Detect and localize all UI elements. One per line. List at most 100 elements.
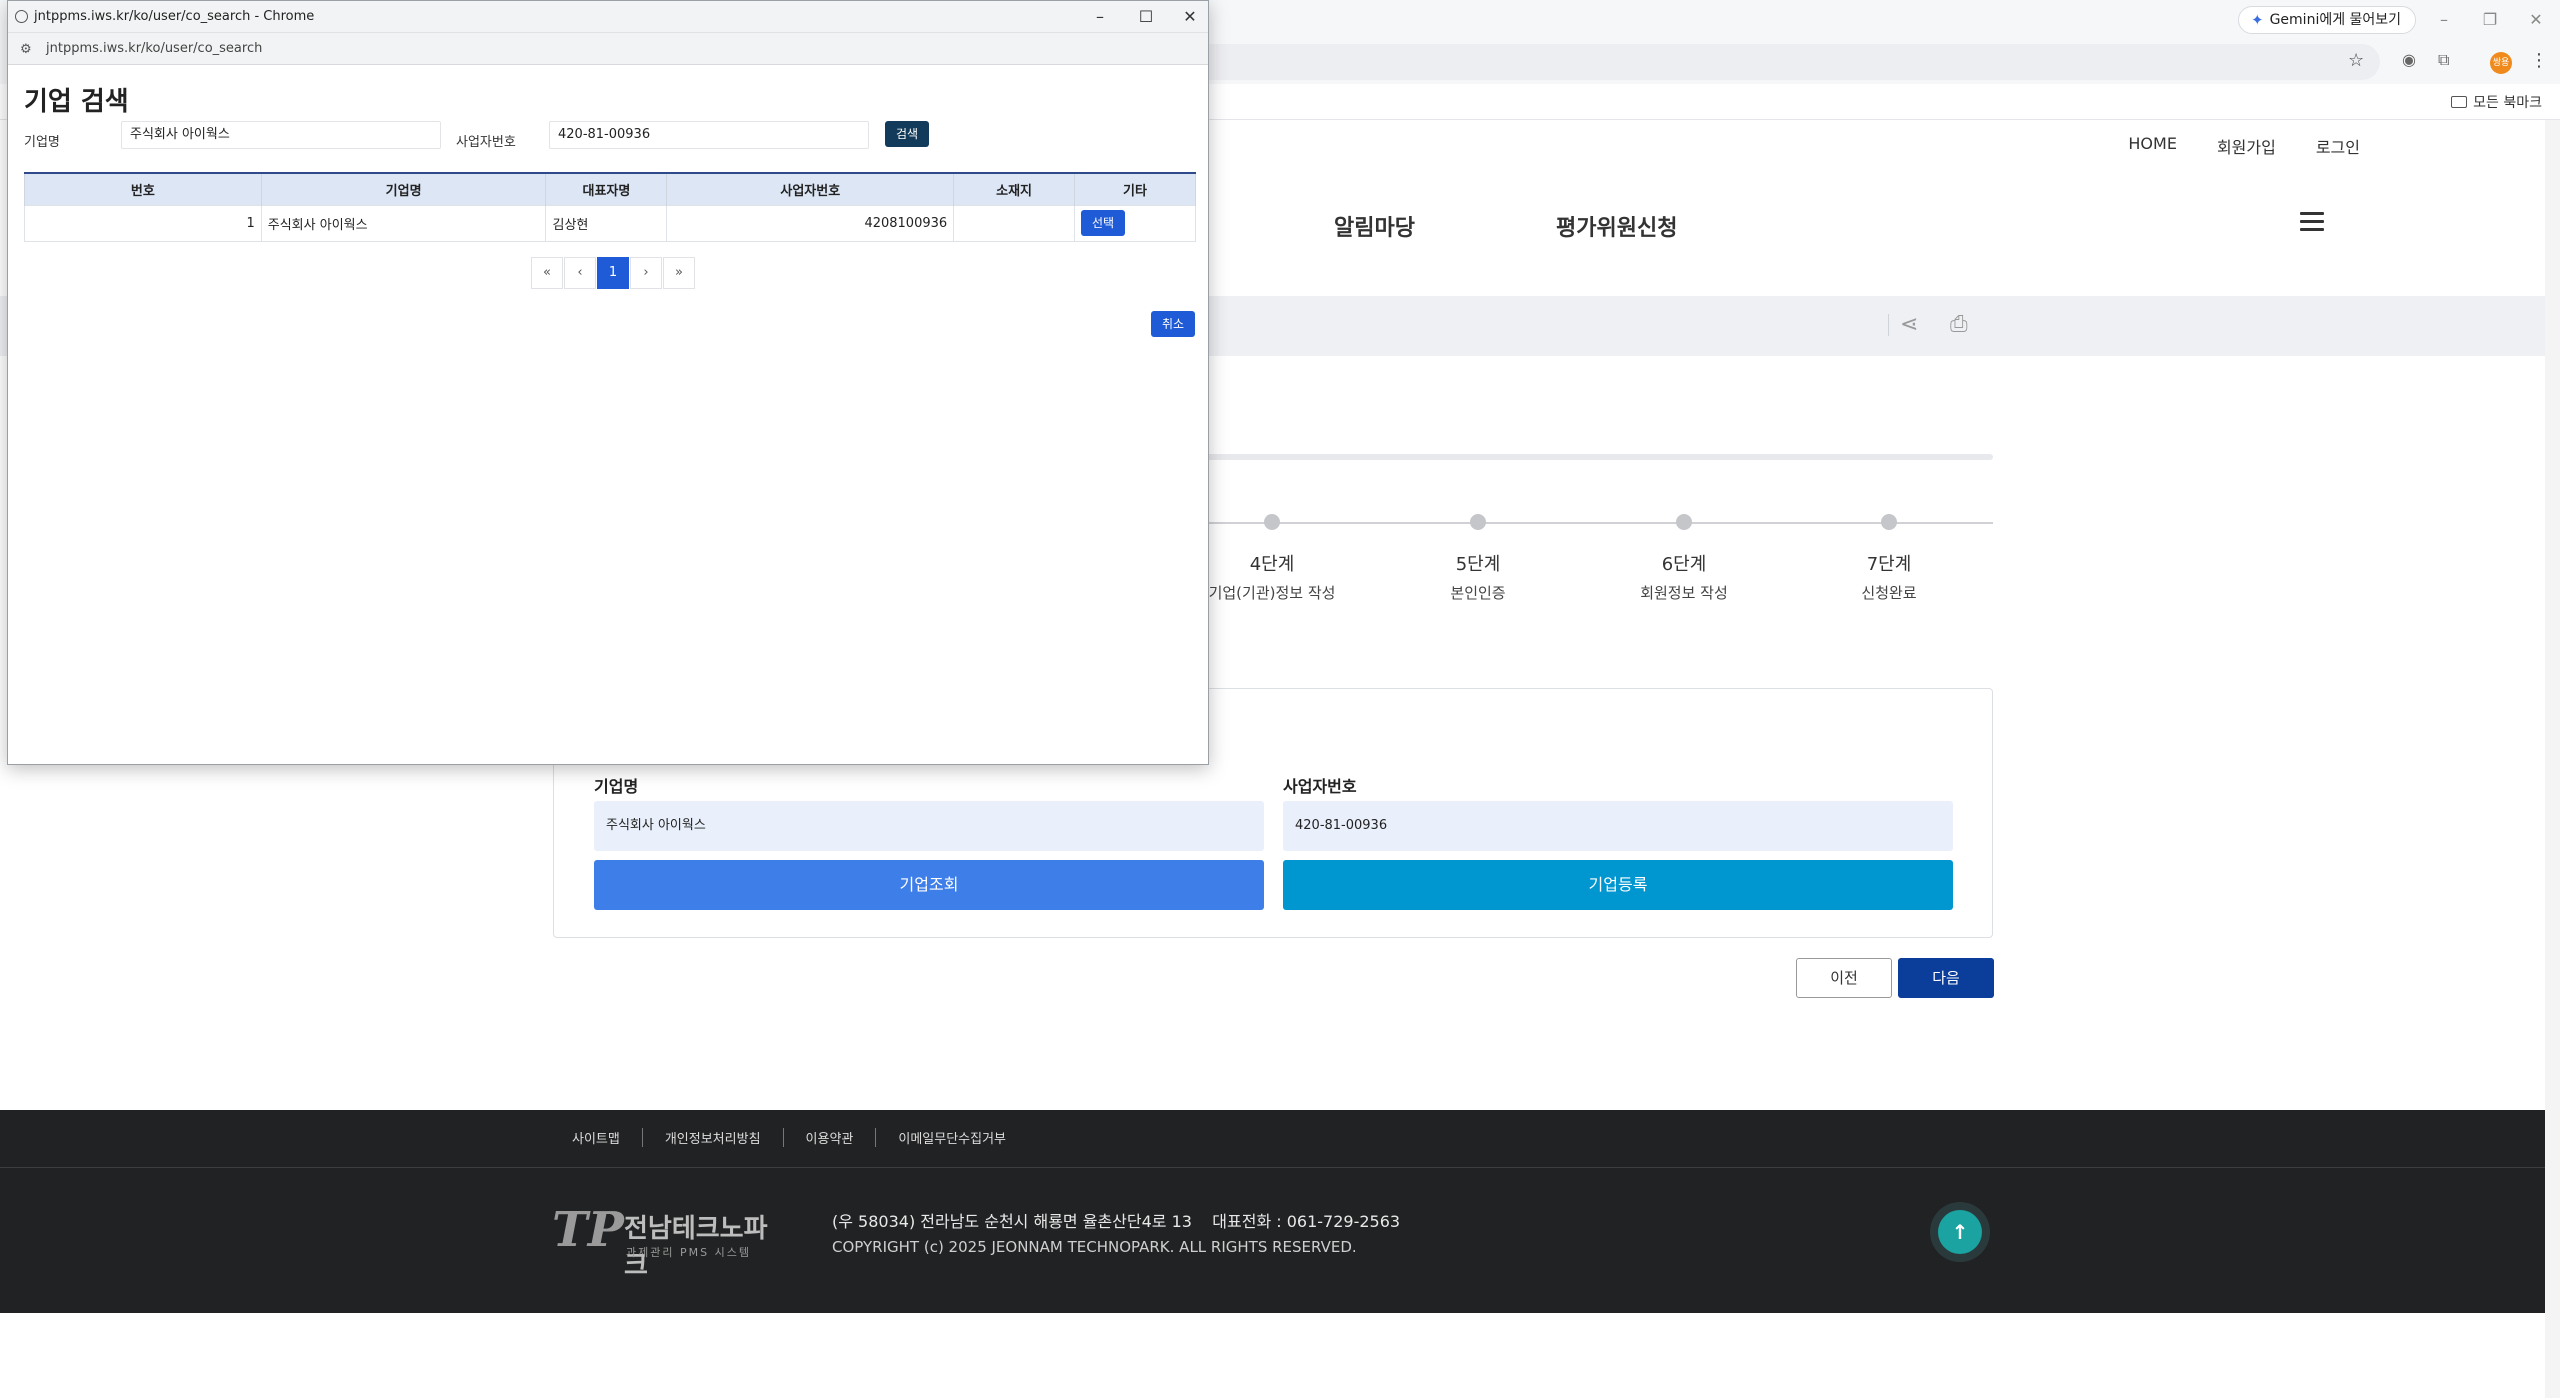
search-company-label: 기업명 xyxy=(24,135,60,150)
nav-signup[interactable]: 회원가입 xyxy=(2217,134,2276,158)
footer-logo: TP 전남테크노파크 과제관리 PMS 시스템 xyxy=(552,1202,772,1281)
col-location: 소재지 xyxy=(953,172,1076,205)
search-button[interactable]: 검색 xyxy=(885,121,929,147)
popup-urlbar: ⚙ jntppms.iws.kr/ko/user/co_search xyxy=(8,33,1208,65)
footer-link-terms[interactable]: 이용약관 xyxy=(784,1128,877,1147)
company-name-label: 기업명 xyxy=(594,777,639,796)
col-company: 기업명 xyxy=(260,172,547,205)
step-5: 5단계 본인인증 xyxy=(1378,514,1578,603)
result-table: 번호 기업명 대표자명 사업자번호 소재지 기타 1 주식회사 아이웍스 김상현… xyxy=(24,172,1196,242)
prev-button[interactable]: 이전 xyxy=(1796,958,1892,998)
gnb-notice[interactable]: 알림마당 xyxy=(1334,210,1415,242)
print-icon[interactable]: ⎙ xyxy=(1950,312,1968,337)
hamburger-menu-icon[interactable] xyxy=(2300,212,2324,232)
menu-kebab-icon[interactable]: ⋮ xyxy=(2530,50,2548,71)
popup-minimize-icon[interactable]: – xyxy=(1078,3,1122,31)
footer-link-privacy[interactable]: 개인정보처리방침 xyxy=(643,1128,784,1147)
cell-location xyxy=(953,204,1076,242)
bizno-label: 사업자번호 xyxy=(1283,777,1357,796)
footer-link-email-policy[interactable]: 이메일무단수집거부 xyxy=(876,1128,1028,1147)
gemini-icon: ✦ xyxy=(2251,11,2264,29)
search-bizno-label: 사업자번호 xyxy=(456,135,516,150)
cell-no: 1 xyxy=(24,204,262,242)
bizno-field[interactable]: 420-81-00936 xyxy=(1283,801,1953,851)
site-footer: 사이트맵 개인정보처리방침 이용약관 이메일무단수집거부 TP 전남테크노파크 … xyxy=(0,1110,2545,1313)
footer-links: 사이트맵 개인정보처리방침 이용약관 이메일무단수집거부 xyxy=(572,1128,1028,1147)
table-header-row: 번호 기업명 대표자명 사업자번호 소재지 기타 xyxy=(24,172,1196,205)
nav-login[interactable]: 로그인 xyxy=(2316,134,2360,158)
next-button[interactable]: 다음 xyxy=(1898,958,1994,998)
search-bizno-input[interactable]: 420-81-00936 xyxy=(549,121,869,149)
popup-close-icon[interactable]: ✕ xyxy=(1168,3,1212,31)
step-dot xyxy=(1676,514,1692,530)
popup-heading: 기업 검색 xyxy=(24,87,129,117)
close-icon[interactable]: ✕ xyxy=(2516,6,2556,34)
step-label: 신청완료 xyxy=(1861,584,1917,602)
page-first[interactable]: « xyxy=(531,257,563,289)
logo-mark: TP xyxy=(552,1202,624,1258)
cell-bizno: 4208100936 xyxy=(666,204,955,242)
logo-subtitle: 과제관리 PMS 시스템 xyxy=(626,1246,751,1259)
col-etc: 기타 xyxy=(1074,172,1196,205)
folder-icon xyxy=(2451,96,2468,108)
restore-icon[interactable]: ❐ xyxy=(2470,6,2510,34)
cancel-button[interactable]: 취소 xyxy=(1151,311,1195,337)
globe-icon xyxy=(15,10,28,23)
bookmark-star-icon[interactable]: ☆ xyxy=(2348,50,2364,71)
footer-address: (우 58034) 전라남도 순천시 해룡면 율촌산단4로 13 대표전화 : … xyxy=(832,1212,1401,1231)
profile-avatar[interactable]: 쌍용 xyxy=(2490,52,2512,74)
company-register-button[interactable]: 기업등록 xyxy=(1283,860,1953,910)
step-number: 6단계 xyxy=(1661,554,1707,575)
company-name-field[interactable]: 주식회사 아이웍스 xyxy=(594,801,1264,851)
step-7: 7단계 신청완료 xyxy=(1789,514,1989,603)
step-label: 회원정보 작성 xyxy=(1640,584,1728,602)
step-dot xyxy=(1470,514,1486,530)
scroll-top-button[interactable]: ↑ xyxy=(1930,1202,1990,1262)
step-dot xyxy=(1881,514,1897,530)
search-company-input[interactable]: 주식회사 아이웍스 xyxy=(121,121,441,149)
all-bookmarks-label: 모든 북마크 xyxy=(2473,95,2542,111)
company-search-popup: jntppms.iws.kr/ko/user/co_search - Chrom… xyxy=(7,0,1209,765)
arrow-up-icon: ↑ xyxy=(1938,1210,1982,1254)
site-settings-icon[interactable]: ⚙ xyxy=(20,42,32,57)
site-top-nav: HOME 회원가입 로그인 xyxy=(2128,134,2360,158)
popup-url[interactable]: jntppms.iws.kr/ko/user/co_search xyxy=(46,41,262,56)
share-icon[interactable]: ⋖ xyxy=(1900,312,1918,337)
gemini-button[interactable]: ✦ Gemini에게 물어보기 xyxy=(2238,6,2417,34)
cell-ceo: 김상현 xyxy=(545,204,668,242)
pagination: « ‹ 1 › » xyxy=(531,257,695,289)
step-number: 5단계 xyxy=(1455,554,1501,575)
page-scrollbar[interactable] xyxy=(2545,120,2560,1398)
nav-home[interactable]: HOME xyxy=(2128,134,2177,158)
minimize-icon[interactable]: – xyxy=(2424,6,2464,34)
page-1[interactable]: 1 xyxy=(597,257,629,289)
popup-title: jntppms.iws.kr/ko/user/co_search - Chrom… xyxy=(34,9,315,24)
page-next[interactable]: › xyxy=(630,257,662,289)
step-dot xyxy=(1264,514,1280,530)
extensions-icon[interactable]: ⧉ xyxy=(2438,50,2449,70)
footer-link-sitemap[interactable]: 사이트맵 xyxy=(572,1128,643,1147)
company-lookup-button[interactable]: 기업조회 xyxy=(594,860,1264,910)
divider xyxy=(1888,314,1889,336)
cell-company: 주식회사 아이웍스 xyxy=(260,204,547,242)
page-last[interactable]: » xyxy=(663,257,695,289)
step-number: 7단계 xyxy=(1866,554,1912,575)
gemini-label: Gemini에게 물어보기 xyxy=(2269,12,2402,28)
all-bookmarks-button[interactable]: 모든 북마크 xyxy=(2451,92,2542,112)
select-button[interactable]: 선택 xyxy=(1081,210,1126,236)
table-row: 1 주식회사 아이웍스 김상현 4208100936 선택 xyxy=(24,204,1196,242)
page-prev[interactable]: ‹ xyxy=(564,257,596,289)
divider xyxy=(0,1167,2545,1168)
gnb-evaluator[interactable]: 평가위원신청 xyxy=(1556,210,1677,242)
address-bar[interactable] xyxy=(1100,44,2380,80)
popup-titlebar: jntppms.iws.kr/ko/user/co_search - Chrom… xyxy=(8,1,1208,33)
col-bizno: 사업자번호 xyxy=(666,172,955,205)
col-no: 번호 xyxy=(24,172,262,205)
step-6: 6단계 회원정보 작성 xyxy=(1584,514,1784,603)
cell-action: 선택 xyxy=(1074,204,1196,242)
popup-maximize-icon[interactable]: ☐ xyxy=(1124,3,1168,31)
screenshot-icon[interactable]: ◉ xyxy=(2402,50,2416,69)
footer-copyright: COPYRIGHT (c) 2025 JEONNAM TECHNOPARK. A… xyxy=(832,1238,1357,1256)
col-ceo: 대표자명 xyxy=(545,172,668,205)
step-label: 본인인증 xyxy=(1450,584,1506,602)
